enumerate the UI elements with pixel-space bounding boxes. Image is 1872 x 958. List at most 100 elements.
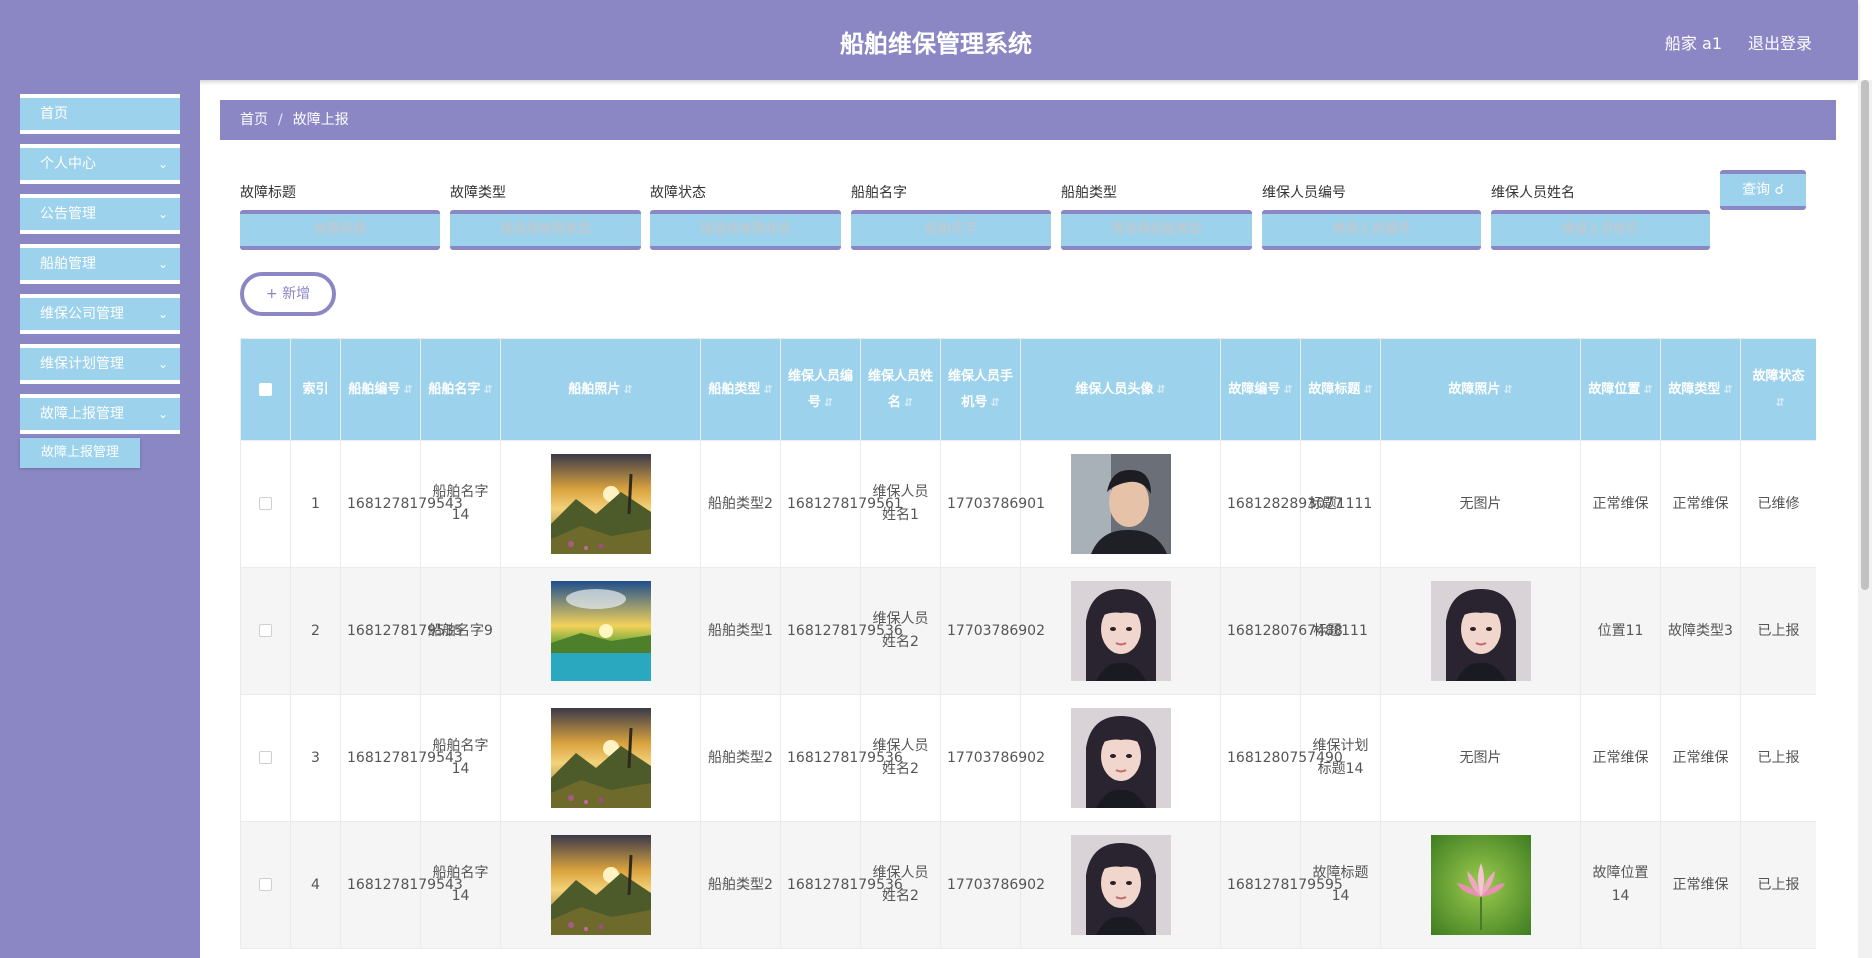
select-all-cell[interactable] — [240, 338, 291, 441]
sort-icon[interactable]: ⇵ — [1283, 383, 1292, 396]
female-avatar-image[interactable] — [1071, 835, 1171, 935]
col-staff-name[interactable]: 维保人员姓名 ⇵ — [860, 338, 941, 441]
col-label: 维保人员编号 — [787, 368, 853, 410]
sort-icon[interactable]: ⇵ — [990, 396, 999, 409]
sidebar-item-home[interactable]: 首页 — [20, 94, 180, 134]
fault-type-select[interactable]: 请选择故障类型 — [450, 210, 641, 250]
cell-fault-no: 1681280767488 — [1220, 567, 1343, 695]
lotus-flower-image[interactable] — [1431, 835, 1531, 935]
cell-ship-photo — [500, 821, 701, 949]
breadcrumb-home[interactable]: 首页 — [240, 112, 268, 128]
sidebar-item-plans[interactable]: 维保计划管理 ⌄ — [20, 344, 180, 384]
female-avatar-image[interactable] — [1071, 708, 1171, 808]
sort-icon[interactable]: ⇵ — [483, 383, 492, 396]
sidebar-item-ships[interactable]: 船舶管理 ⌄ — [20, 244, 180, 284]
cell-select[interactable] — [240, 694, 291, 822]
col-label: 故障照片 — [1448, 381, 1501, 397]
col-ship-photo[interactable]: 船舶照片 ⇵ — [500, 338, 701, 441]
sort-icon[interactable]: ⇵ — [904, 396, 913, 409]
cell-fault-type: 正常维保 — [1660, 440, 1741, 568]
landscape-sunset-image[interactable] — [551, 835, 651, 935]
col-staff-avatar[interactable]: 维保人员头像 ⇵ — [1020, 338, 1221, 441]
cell-fault-title: 标题1111 — [1300, 440, 1381, 568]
col-fault-type[interactable]: 故障类型 ⇵ — [1660, 338, 1741, 441]
add-button[interactable]: + 新增 — [240, 272, 336, 316]
cell-fault-type: 故障类型3 — [1660, 567, 1741, 695]
cell-fault-position: 位置11 — [1580, 567, 1661, 695]
cell-index: 2 — [290, 567, 341, 695]
staff-name-input[interactable]: 维保人员姓名 — [1491, 210, 1710, 250]
scrollbar-thumb[interactable] — [1861, 80, 1869, 590]
col-fault-title[interactable]: 故障标题 ⇵ — [1300, 338, 1381, 441]
male-avatar-image[interactable] — [1071, 454, 1171, 554]
cell-staff-no: 1681278179561 — [780, 440, 903, 568]
query-button-label: 查询 — [1742, 182, 1771, 198]
staff-no-input[interactable]: 维保人员编号 — [1262, 210, 1481, 250]
sort-icon[interactable]: ⇵ — [1723, 383, 1732, 396]
sidebar-item-company[interactable]: 维保公司管理 ⌄ — [20, 294, 180, 334]
landscape-lake-image[interactable] — [551, 581, 651, 681]
cell-ship-photo — [500, 440, 701, 568]
sort-icon[interactable]: ⇵ — [1503, 383, 1512, 396]
sort-icon[interactable]: ⇵ — [824, 396, 833, 409]
search-icon: ☌ — [1774, 182, 1784, 198]
page-scrollbar[interactable] — [1858, 80, 1872, 958]
col-ship-type[interactable]: 船舶类型 ⇵ — [700, 338, 781, 441]
cell-fault-no: 1681282893077 — [1220, 440, 1343, 568]
col-fault-status[interactable]: 故障状态 ⇵ — [1740, 338, 1816, 441]
sidebar-item-personal-center[interactable]: 个人中心 ⌄ — [20, 144, 180, 184]
table-header-row: 索引 船舶编号 ⇵ 船舶名字 ⇵ 船舶照片 ⇵ 船舶类型 ⇵ 维保人员编号 ⇵ 维保人员姓… — [240, 338, 1816, 441]
sidebar-item-faults[interactable]: 故障上报管理 ⌄ — [20, 394, 180, 434]
logout-link[interactable]: 退出登录 — [1748, 30, 1812, 54]
row-checkbox[interactable] — [259, 624, 272, 637]
sort-icon[interactable]: ⇵ — [403, 383, 412, 396]
sort-icon[interactable]: ⇵ — [623, 383, 632, 396]
col-staff-phone[interactable]: 维保人员手机号 ⇵ — [940, 338, 1021, 441]
cell-fault-no: 1681280757490 — [1220, 694, 1343, 822]
sort-icon[interactable]: ⇵ — [1156, 383, 1165, 396]
search-label-fault-type: 故障类型 — [450, 185, 506, 201]
sort-icon[interactable]: ⇵ — [1363, 383, 1372, 396]
cell-staff-no: 1681278179536 — [780, 567, 903, 695]
col-ship-name[interactable]: 船舶名字 ⇵ — [420, 338, 501, 441]
landscape-sunset-image[interactable] — [551, 454, 651, 554]
cell-fault-no: 1681278179595 — [1220, 821, 1343, 949]
sidebar-item-notice[interactable]: 公告管理 ⌄ — [20, 194, 180, 234]
female-avatar-image[interactable] — [1431, 581, 1531, 681]
cell-select[interactable] — [240, 440, 291, 568]
sidebar-item-label: 公告管理 — [40, 206, 96, 222]
table-row: 2 1681278179535 船舶名字9 船舶类型1 1681278179536 维保人… — [240, 567, 1816, 695]
fault-title-input[interactable]: 故障标题 — [240, 210, 440, 250]
submenu-item-fault-reports[interactable]: 故障上报管理 — [20, 438, 140, 468]
query-button[interactable]: 查询 ☌ — [1720, 170, 1806, 210]
col-fault-position[interactable]: 故障位置 ⇵ — [1580, 338, 1661, 441]
row-checkbox[interactable] — [259, 751, 272, 764]
ship-type-select[interactable]: 请选择船舶类型 — [1061, 210, 1252, 250]
col-ship-no[interactable]: 船舶编号 ⇵ — [340, 338, 421, 441]
ship-name-input[interactable]: 船舶名字 — [851, 210, 1051, 250]
col-fault-no[interactable]: 故障编号 ⇵ — [1220, 338, 1301, 441]
row-checkbox[interactable] — [259, 497, 272, 510]
fault-status-select[interactable]: 请选择故障状态 — [650, 210, 841, 250]
select-all-checkbox[interactable] — [259, 382, 272, 396]
fault-report-table: 索引 船舶编号 ⇵ 船舶名字 ⇵ 船舶照片 ⇵ 船舶类型 ⇵ 维保人员编号 ⇵ 维保人员姓… — [240, 338, 1816, 958]
search-label-ship-name: 船舶名字 — [851, 185, 907, 201]
search-label-staff-no: 维保人员编号 — [1262, 185, 1346, 201]
cell-select[interactable] — [240, 567, 291, 695]
sort-icon[interactable]: ⇵ — [1775, 396, 1784, 409]
cell-fault-type: 正常维保 — [1660, 694, 1741, 822]
cell-staff-avatar — [1020, 821, 1221, 949]
cell-select[interactable] — [240, 821, 291, 949]
col-fault-photo[interactable]: 故障照片 ⇵ — [1380, 338, 1581, 441]
no-image-text: 无图片 — [1459, 749, 1502, 766]
cell-staff-phone: 17703786902 — [940, 567, 1045, 695]
sidebar-item-label: 维保公司管理 — [40, 306, 124, 322]
no-image-text: 无图片 — [1459, 495, 1502, 512]
row-checkbox[interactable] — [259, 878, 272, 891]
col-staff-no[interactable]: 维保人员编号 ⇵ — [780, 338, 861, 441]
landscape-sunset-image[interactable] — [551, 708, 651, 808]
sort-icon[interactable]: ⇵ — [1643, 383, 1652, 396]
female-avatar-image[interactable] — [1071, 581, 1171, 681]
sort-icon[interactable]: ⇵ — [763, 383, 772, 396]
col-label: 船舶名字 — [428, 381, 481, 397]
